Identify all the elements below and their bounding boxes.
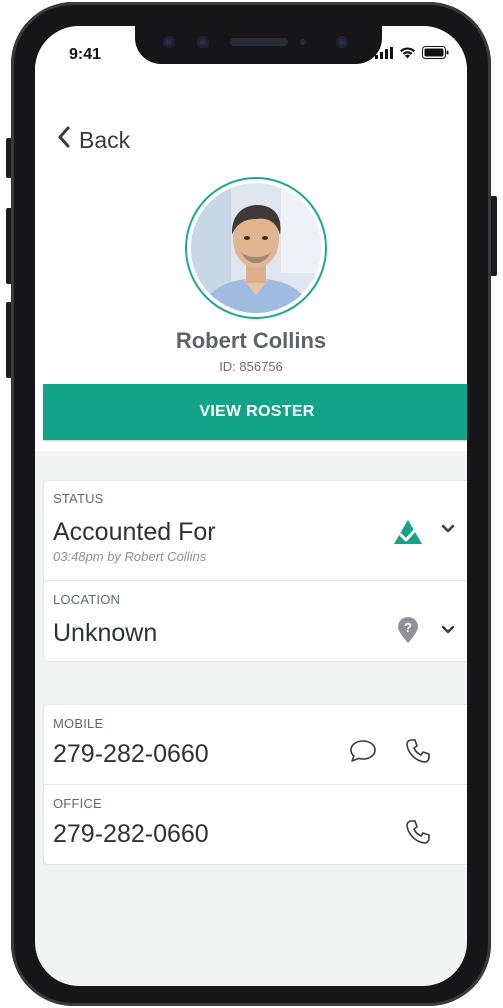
accounted-check-icon xyxy=(393,519,423,545)
status-timestamp: 03:48pm by Robert Collins xyxy=(53,549,207,564)
chevron-down-icon[interactable] xyxy=(441,625,455,635)
location-row[interactable]: LOCATION Unknown ? xyxy=(44,580,467,661)
profile-header: 9:41 Back Robert Collins ID: 856756 VIEW… xyxy=(35,26,467,451)
app-screen: 9:41 Back Robert Collins ID: 856756 VIEW… xyxy=(35,26,467,986)
status-bar-time: 9:41 xyxy=(69,46,102,63)
notch xyxy=(135,26,382,64)
back-label: Back xyxy=(79,126,131,153)
status-row[interactable]: STATUS Accounted For 03:48pm by Robert C… xyxy=(44,481,467,580)
view-roster-button[interactable]: VIEW ROSTER xyxy=(43,384,467,440)
office-number[interactable]: 279-282-0660 xyxy=(53,820,209,849)
status-bar-icons xyxy=(375,46,449,64)
phone-icon[interactable] xyxy=(405,819,431,845)
avatar xyxy=(185,177,327,319)
front-camera xyxy=(163,36,175,48)
face-id-sensor xyxy=(197,36,209,48)
location-unknown-icon: ? xyxy=(396,616,420,644)
sensor-dot xyxy=(336,36,348,48)
back-button[interactable]: Back xyxy=(57,126,130,154)
mobile-number[interactable]: 279-282-0660 xyxy=(53,740,209,769)
office-row: OFFICE 279-282-0660 xyxy=(44,784,467,864)
svg-text:?: ? xyxy=(404,620,412,635)
phone-icon[interactable] xyxy=(405,738,431,764)
office-label: OFFICE xyxy=(53,796,102,811)
speaker-grille xyxy=(230,38,288,46)
avatar-photo xyxy=(191,183,321,313)
location-value: Unknown xyxy=(53,619,158,647)
proximity-sensor xyxy=(300,39,306,45)
profile-id: ID: 856756 xyxy=(219,359,283,374)
wifi-icon xyxy=(399,46,416,64)
contact-card: MOBILE 279-282-0660 OFFICE 279-282-0660 xyxy=(44,705,467,864)
status-label: STATUS xyxy=(53,491,104,506)
chevron-left-icon xyxy=(57,126,71,154)
message-icon[interactable] xyxy=(349,739,377,763)
status-value: Accounted For xyxy=(53,518,216,546)
status-card: STATUS Accounted For 03:48pm by Robert C… xyxy=(44,481,467,661)
mobile-row: MOBILE 279-282-0660 xyxy=(44,705,467,784)
location-label: LOCATION xyxy=(53,592,121,607)
chevron-down-icon[interactable] xyxy=(441,524,455,534)
mobile-label: MOBILE xyxy=(53,716,104,731)
battery-icon xyxy=(422,46,449,64)
profile-name: Robert Collins xyxy=(175,328,327,353)
